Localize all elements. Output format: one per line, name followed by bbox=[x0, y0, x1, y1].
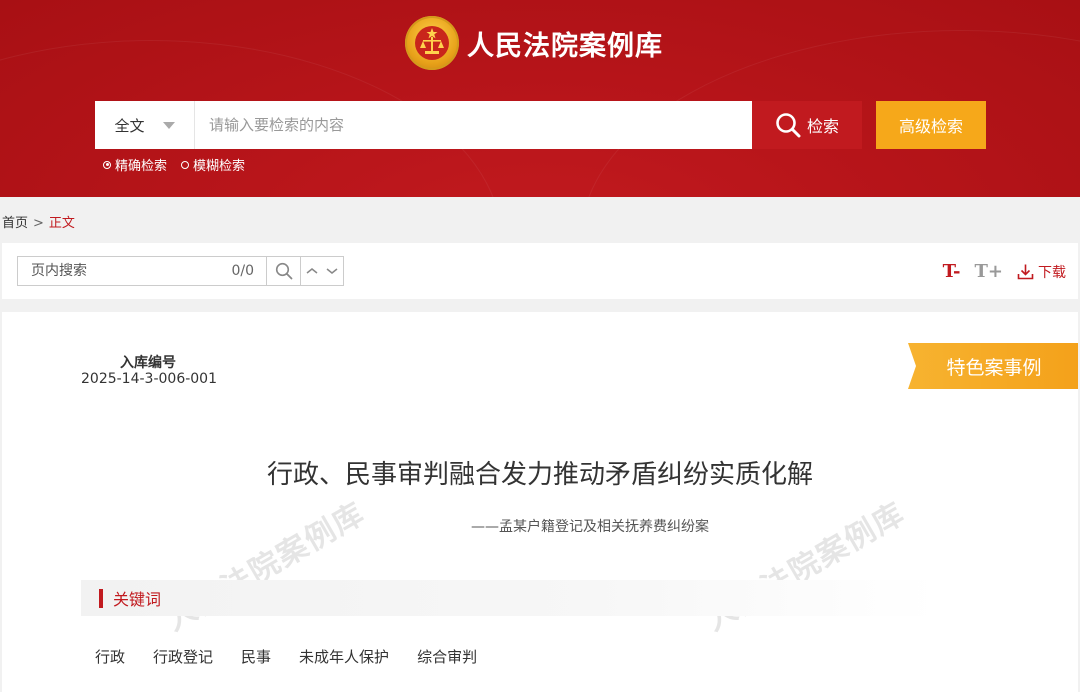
keywords-heading-label: 关键词 bbox=[113, 590, 162, 609]
find-nav bbox=[300, 257, 343, 285]
search-scope-select[interactable]: 全文 bbox=[95, 101, 195, 149]
search-icon bbox=[275, 262, 292, 280]
match-count: 0/0 bbox=[231, 263, 254, 279]
advanced-search-button[interactable]: 高级检索 bbox=[876, 101, 986, 149]
mode-exact-label: 精确检索 bbox=[115, 159, 168, 174]
site-logo[interactable]: 人民法院案例库 bbox=[405, 16, 663, 70]
search-button[interactable]: 检索 bbox=[752, 101, 862, 149]
site-header: 人民法院案例库 全文 检索 高级检索 精确检索 模糊检索 bbox=[0, 0, 1080, 197]
breadcrumb-home[interactable]: 首页 bbox=[2, 216, 28, 231]
mode-exact[interactable]: 精确检索 bbox=[103, 155, 167, 174]
font-decrease-button[interactable]: T- bbox=[943, 261, 961, 282]
download-icon bbox=[1017, 264, 1034, 280]
download-label: 下载 bbox=[1038, 264, 1066, 281]
featured-case-badge: 特色案事例 bbox=[908, 343, 1078, 389]
radio-unchecked-icon bbox=[181, 160, 190, 169]
site-title: 人民法院案例库 bbox=[467, 30, 663, 62]
document-toolbar: 0/0 T- T+ 下载 bbox=[2, 243, 1078, 299]
mode-fuzzy[interactable]: 模糊检索 bbox=[181, 155, 245, 174]
watermark: 人民法院案例库 bbox=[700, 495, 912, 639]
find-search-button[interactable] bbox=[266, 257, 300, 285]
search-button-label: 检索 bbox=[806, 117, 839, 136]
article-panel: 人民法院案例库 人民法院案例库 入库编号 2025-14-3-006-001 特… bbox=[2, 312, 1078, 692]
keyword-item: 民事 bbox=[241, 648, 272, 666]
article-subtitle: ——孟某户籍登记及相关抚养费纠纷案 bbox=[471, 519, 709, 535]
keywords-heading: 关键词 bbox=[81, 580, 939, 616]
article-title: 行政、民事审判融合发力推动矛盾纠纷实质化解 bbox=[266, 460, 813, 490]
caret-down-icon bbox=[162, 121, 175, 129]
search-bar: 全文 bbox=[95, 101, 752, 149]
watermark: 人民法院案例库 bbox=[160, 495, 372, 639]
keyword-item: 未成年人保护 bbox=[299, 648, 390, 666]
breadcrumb-current: 正文 bbox=[48, 216, 75, 231]
in-page-search: 0/0 bbox=[17, 256, 344, 286]
section-marker bbox=[99, 588, 103, 608]
case-number-label: 入库编号 bbox=[120, 355, 176, 371]
mode-fuzzy-label: 模糊检索 bbox=[193, 159, 246, 174]
keyword-item: 行政登记 bbox=[153, 648, 214, 666]
keyword-item: 综合审判 bbox=[417, 648, 478, 666]
breadcrumb: 首页 > 正文 bbox=[2, 212, 75, 231]
radio-checked-icon bbox=[103, 160, 111, 169]
breadcrumb-separator: > bbox=[33, 216, 44, 231]
font-increase-button[interactable]: T+ bbox=[975, 261, 1003, 282]
download-button[interactable]: 下载 bbox=[1017, 262, 1066, 282]
chevron-up-icon[interactable] bbox=[305, 266, 319, 276]
court-emblem-icon bbox=[405, 16, 459, 70]
reading-tools: T- T+ 下载 bbox=[943, 261, 1066, 282]
case-number: 2025-14-3-006-001 bbox=[81, 371, 218, 387]
search-mode-group: 精确检索 模糊检索 bbox=[103, 155, 259, 174]
search-scope-label: 全文 bbox=[114, 116, 145, 135]
search-input[interactable] bbox=[195, 101, 752, 149]
keyword-item: 行政 bbox=[95, 648, 126, 666]
search-icon bbox=[776, 113, 801, 138]
in-page-search-input[interactable] bbox=[18, 256, 232, 286]
chevron-down-icon[interactable] bbox=[325, 266, 339, 276]
keyword-list: 行政 行政登记 民事 未成年人保护 综合审判 bbox=[95, 646, 505, 667]
